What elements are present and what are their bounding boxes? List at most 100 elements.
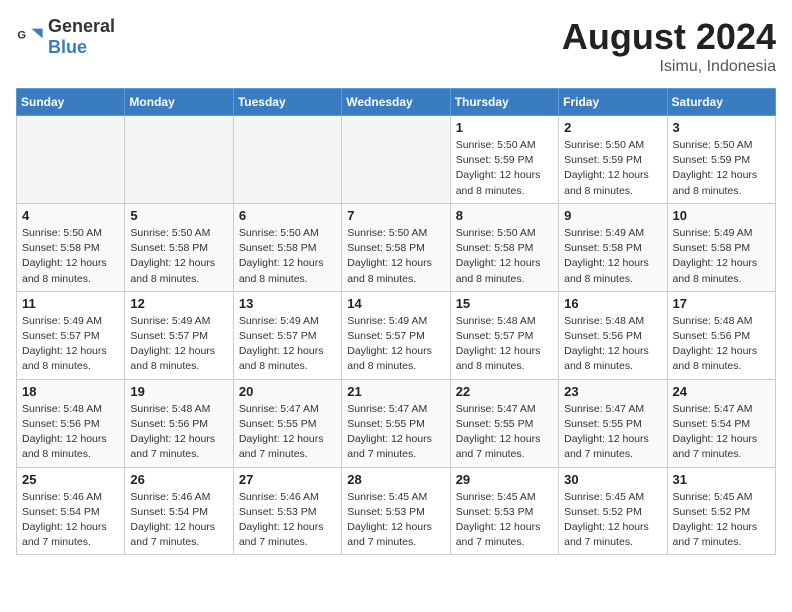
day-info: Sunrise: 5:50 AM Sunset: 5:58 PM Dayligh… <box>456 226 553 287</box>
day-number: 26 <box>130 472 227 487</box>
day-number: 30 <box>564 472 661 487</box>
day-number: 12 <box>130 296 227 311</box>
day-number: 5 <box>130 208 227 223</box>
day-number: 31 <box>673 472 770 487</box>
calendar-table: SundayMondayTuesdayWednesdayThursdayFrid… <box>16 88 776 555</box>
day-info: Sunrise: 5:50 AM Sunset: 5:59 PM Dayligh… <box>456 138 553 199</box>
day-info: Sunrise: 5:50 AM Sunset: 5:58 PM Dayligh… <box>347 226 444 287</box>
svg-text:G: G <box>17 29 26 41</box>
day-info: Sunrise: 5:50 AM Sunset: 5:59 PM Dayligh… <box>564 138 661 199</box>
day-info: Sunrise: 5:49 AM Sunset: 5:57 PM Dayligh… <box>347 314 444 375</box>
calendar-body: 1 Sunrise: 5:50 AM Sunset: 5:59 PM Daylig… <box>17 116 776 555</box>
calendar-cell: 11 Sunrise: 5:49 AM Sunset: 5:57 PM Dayli… <box>17 291 125 379</box>
day-number: 14 <box>347 296 444 311</box>
calendar-cell: 20 Sunrise: 5:47 AM Sunset: 5:55 PM Dayli… <box>233 379 341 467</box>
calendar-cell: 25 Sunrise: 5:46 AM Sunset: 5:54 PM Dayli… <box>17 467 125 555</box>
calendar-cell: 16 Sunrise: 5:48 AM Sunset: 5:56 PM Dayli… <box>559 291 667 379</box>
calendar-cell: 6 Sunrise: 5:50 AM Sunset: 5:58 PM Daylig… <box>233 203 341 291</box>
logo: G General Blue <box>16 16 115 58</box>
calendar-cell: 29 Sunrise: 5:45 AM Sunset: 5:53 PM Dayli… <box>450 467 558 555</box>
day-number: 7 <box>347 208 444 223</box>
calendar-cell <box>233 116 341 204</box>
calendar-cell: 9Sunrise: 5:49 AM Sunset: 5:58 PM Daylig… <box>559 203 667 291</box>
calendar-cell: 22Sunrise: 5:47 AM Sunset: 5:55 PM Dayli… <box>450 379 558 467</box>
day-info: Sunrise: 5:49 AM Sunset: 5:58 PM Dayligh… <box>673 226 770 287</box>
calendar-header-row: SundayMondayTuesdayWednesdayThursdayFrid… <box>17 89 776 116</box>
day-number: 4 <box>22 208 119 223</box>
calendar-cell: 7 Sunrise: 5:50 AM Sunset: 5:58 PM Daylig… <box>342 203 450 291</box>
day-number: 6 <box>239 208 336 223</box>
location: Isimu, Indonesia <box>562 58 776 76</box>
title-area: August 2024 Isimu, Indonesia <box>562 16 776 76</box>
day-number: 13 <box>239 296 336 311</box>
day-number: 29 <box>456 472 553 487</box>
logo-general-text: General <box>48 16 115 36</box>
day-number: 25 <box>22 472 119 487</box>
day-number: 18 <box>22 384 119 399</box>
day-info: Sunrise: 5:50 AM Sunset: 5:58 PM Dayligh… <box>22 226 119 287</box>
day-number: 23 <box>564 384 661 399</box>
day-info: Sunrise: 5:48 AM Sunset: 5:56 PM Dayligh… <box>22 402 119 463</box>
day-number: 27 <box>239 472 336 487</box>
day-info: Sunrise: 5:45 AM Sunset: 5:53 PM Dayligh… <box>456 490 553 551</box>
day-info: Sunrise: 5:45 AM Sunset: 5:53 PM Dayligh… <box>347 490 444 551</box>
column-header-tuesday: Tuesday <box>233 89 341 116</box>
calendar-cell: 12 Sunrise: 5:49 AM Sunset: 5:57 PM Dayli… <box>125 291 233 379</box>
calendar-cell <box>17 116 125 204</box>
day-info: Sunrise: 5:45 AM Sunset: 5:52 PM Dayligh… <box>673 490 770 551</box>
day-number: 8 <box>456 208 553 223</box>
calendar-cell: 26Sunrise: 5:46 AM Sunset: 5:54 PM Dayli… <box>125 467 233 555</box>
day-number: 1 <box>456 120 553 135</box>
column-header-monday: Monday <box>125 89 233 116</box>
day-info: Sunrise: 5:50 AM Sunset: 5:59 PM Dayligh… <box>673 138 770 199</box>
calendar-cell: 30 Sunrise: 5:45 AM Sunset: 5:52 PM Dayli… <box>559 467 667 555</box>
calendar-cell: 10 Sunrise: 5:49 AM Sunset: 5:58 PM Dayli… <box>667 203 775 291</box>
day-info: Sunrise: 5:46 AM Sunset: 5:54 PM Dayligh… <box>22 490 119 551</box>
day-number: 17 <box>673 296 770 311</box>
day-number: 15 <box>456 296 553 311</box>
month-title: August 2024 <box>562 16 776 58</box>
day-info: Sunrise: 5:49 AM Sunset: 5:57 PM Dayligh… <box>130 314 227 375</box>
calendar-cell: 18 Sunrise: 5:48 AM Sunset: 5:56 PM Dayli… <box>17 379 125 467</box>
day-info: Sunrise: 5:47 AM Sunset: 5:55 PM Dayligh… <box>239 402 336 463</box>
day-number: 11 <box>22 296 119 311</box>
calendar-cell: 27Sunrise: 5:46 AM Sunset: 5:53 PM Dayli… <box>233 467 341 555</box>
day-number: 16 <box>564 296 661 311</box>
day-info: Sunrise: 5:49 AM Sunset: 5:57 PM Dayligh… <box>22 314 119 375</box>
calendar-week-3: 11 Sunrise: 5:49 AM Sunset: 5:57 PM Dayli… <box>17 291 776 379</box>
day-number: 24 <box>673 384 770 399</box>
logo-icon: G <box>16 23 44 51</box>
day-number: 21 <box>347 384 444 399</box>
calendar-cell <box>342 116 450 204</box>
calendar-cell: 17 Sunrise: 5:48 AM Sunset: 5:56 PM Dayli… <box>667 291 775 379</box>
day-info: Sunrise: 5:50 AM Sunset: 5:58 PM Dayligh… <box>130 226 227 287</box>
day-number: 10 <box>673 208 770 223</box>
calendar-cell: 24Sunrise: 5:47 AM Sunset: 5:54 PM Dayli… <box>667 379 775 467</box>
calendar-cell: 15 Sunrise: 5:48 AM Sunset: 5:57 PM Dayli… <box>450 291 558 379</box>
day-info: Sunrise: 5:47 AM Sunset: 5:55 PM Dayligh… <box>564 402 661 463</box>
calendar-cell: 23 Sunrise: 5:47 AM Sunset: 5:55 PM Dayli… <box>559 379 667 467</box>
calendar-cell: 21 Sunrise: 5:47 AM Sunset: 5:55 PM Dayli… <box>342 379 450 467</box>
day-info: Sunrise: 5:49 AM Sunset: 5:57 PM Dayligh… <box>239 314 336 375</box>
day-number: 3 <box>673 120 770 135</box>
calendar-cell: 8 Sunrise: 5:50 AM Sunset: 5:58 PM Daylig… <box>450 203 558 291</box>
day-info: Sunrise: 5:49 AM Sunset: 5:58 PM Dayligh… <box>564 226 661 287</box>
column-header-wednesday: Wednesday <box>342 89 450 116</box>
day-number: 2 <box>564 120 661 135</box>
calendar-cell: 19Sunrise: 5:48 AM Sunset: 5:56 PM Dayli… <box>125 379 233 467</box>
day-info: Sunrise: 5:48 AM Sunset: 5:57 PM Dayligh… <box>456 314 553 375</box>
day-info: Sunrise: 5:48 AM Sunset: 5:56 PM Dayligh… <box>564 314 661 375</box>
day-info: Sunrise: 5:47 AM Sunset: 5:55 PM Dayligh… <box>347 402 444 463</box>
calendar-week-1: 1 Sunrise: 5:50 AM Sunset: 5:59 PM Daylig… <box>17 116 776 204</box>
calendar-cell: 5 Sunrise: 5:50 AM Sunset: 5:58 PM Daylig… <box>125 203 233 291</box>
day-info: Sunrise: 5:45 AM Sunset: 5:52 PM Dayligh… <box>564 490 661 551</box>
day-info: Sunrise: 5:48 AM Sunset: 5:56 PM Dayligh… <box>673 314 770 375</box>
calendar-cell: 13 Sunrise: 5:49 AM Sunset: 5:57 PM Dayli… <box>233 291 341 379</box>
column-header-friday: Friday <box>559 89 667 116</box>
calendar-cell: 14 Sunrise: 5:49 AM Sunset: 5:57 PM Dayli… <box>342 291 450 379</box>
day-number: 20 <box>239 384 336 399</box>
day-info: Sunrise: 5:50 AM Sunset: 5:58 PM Dayligh… <box>239 226 336 287</box>
day-number: 28 <box>347 472 444 487</box>
calendar-cell: 3 Sunrise: 5:50 AM Sunset: 5:59 PM Daylig… <box>667 116 775 204</box>
calendar-week-2: 4 Sunrise: 5:50 AM Sunset: 5:58 PM Daylig… <box>17 203 776 291</box>
